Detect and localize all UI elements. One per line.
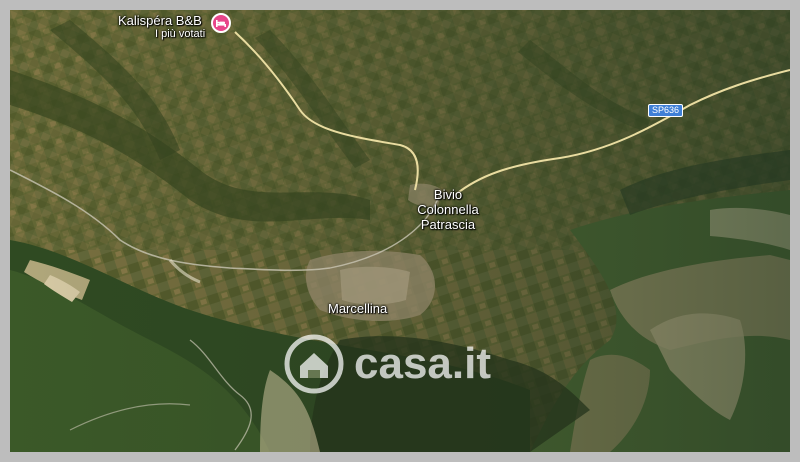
house-logo-icon — [284, 334, 344, 394]
place-label-line-2: Colonnella — [417, 202, 479, 217]
casa-it-watermark: casa.it — [284, 334, 491, 394]
poi-marker[interactable] — [211, 13, 231, 33]
poi-name-label[interactable]: Kalispéra B&B — [118, 13, 202, 28]
poi-subtitle-label: I più votati — [155, 28, 206, 40]
watermark-text: casa.it — [354, 339, 491, 388]
road-shield-sp636: SP636 — [648, 104, 684, 117]
place-label-bivio-colonnella-patrascia[interactable]: Bivio Colonnella Patrascia — [408, 187, 488, 232]
bed-icon — [216, 20, 226, 27]
screenshot-frame: Kalispéra B&B I più votati SP636 Bivio C… — [0, 0, 800, 462]
place-label-line-1: Bivio — [433, 187, 463, 202]
satellite-map[interactable]: Kalispéra B&B I più votati SP636 Bivio C… — [10, 10, 790, 452]
place-label-marcellina[interactable]: Marcellina — [328, 301, 387, 316]
place-label-line-3: Patrascia — [420, 217, 476, 232]
